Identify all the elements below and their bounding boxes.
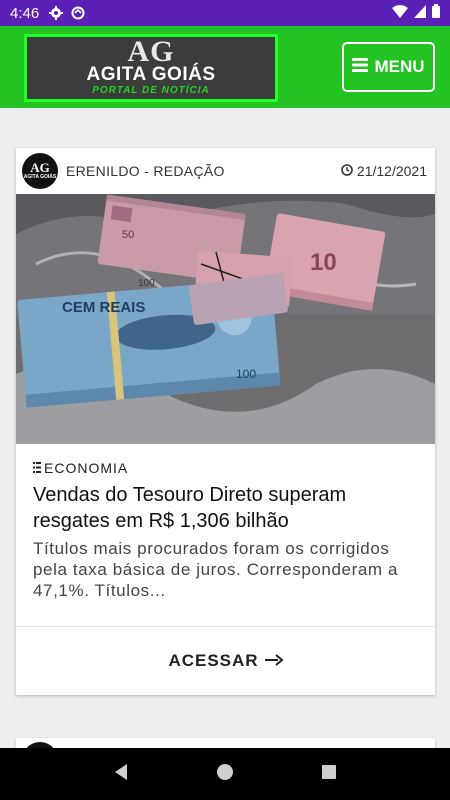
system-nav-bar	[0, 748, 450, 800]
avatar-name: AGITA GOIÁS	[23, 174, 57, 180]
cell-signal-icon	[414, 4, 426, 22]
hamburger-icon	[352, 57, 369, 77]
article-category-label: ECONOMIA	[44, 460, 129, 476]
data-saver-icon	[71, 6, 85, 20]
list-icon	[33, 460, 41, 476]
logo-monogram: AG	[127, 35, 175, 68]
menu-button[interactable]: MENU	[342, 42, 435, 92]
avatar-monogram: AG	[30, 160, 50, 175]
article-title[interactable]: Vendas do Tesouro Direto superam resgate…	[33, 482, 428, 534]
article-category[interactable]: ECONOMIA	[33, 460, 128, 476]
author-avatar: AG AGITA GOIÁS	[22, 153, 58, 189]
article-excerpt: Títulos mais procurados foram os corrigi…	[33, 539, 399, 600]
battery-icon	[432, 4, 440, 22]
photo-note-label: 100	[236, 367, 256, 381]
photo-note-label: 10	[310, 249, 337, 276]
status-time: 4:46	[10, 4, 40, 22]
access-button-label: ACESSAR	[168, 651, 259, 670]
photo-note-label: 100	[138, 278, 155, 289]
photo-note-label: CEM REAIS	[62, 299, 145, 316]
site-logo[interactable]: AG AGITA GOIÁS PORTAL DE NOTÍCIA	[24, 34, 278, 102]
article-photo[interactable]: 50 10 CEM REAIS 100 100	[16, 194, 435, 444]
clock-icon	[341, 163, 353, 179]
article-card: AG AGITA GOIÁS ERENILDO - REDAÇÃO 21/12/…	[16, 148, 435, 695]
home-icon[interactable]	[216, 763, 234, 786]
access-button[interactable]: ACESSAR	[16, 627, 435, 695]
arrow-right-icon	[264, 651, 284, 671]
photo-note-label: 50	[122, 229, 134, 241]
author-name: ERENILDO - REDAÇÃO	[66, 163, 225, 179]
back-icon[interactable]	[113, 763, 129, 786]
status-bar: 4:46	[0, 0, 450, 26]
post-date-text: 21/12/2021	[356, 163, 427, 179]
logo-tagline: PORTAL DE NOTÍCIA	[92, 85, 210, 96]
menu-label: MENU	[374, 57, 425, 76]
gear-icon	[49, 6, 64, 20]
article-card-header: AG AGITA GOIÁS ERENILDO - REDAÇÃO 21/12/…	[16, 148, 435, 194]
logo-name: AGITA GOIÁS	[86, 64, 216, 85]
recents-icon[interactable]	[321, 764, 337, 785]
site-header: AG AGITA GOIÁS PORTAL DE NOTÍCIA MENU	[0, 26, 450, 108]
post-date: 21/12/2021	[341, 163, 429, 179]
wifi-icon	[392, 4, 408, 22]
